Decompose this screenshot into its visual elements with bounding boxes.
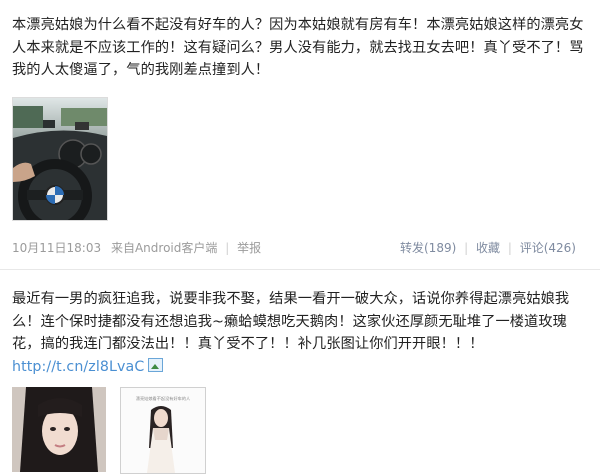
- post-2-short-link[interactable]: http://t.cn/zl8LvaC: [12, 359, 144, 375]
- comment-button[interactable]: 评论(426): [520, 241, 576, 255]
- post-divider: [0, 269, 600, 270]
- post-1: 本漂亮姑娘为什么看不起没有好车的人？因为本姑娘就有房有车！本漂亮姑娘这样的漂亮女…: [12, 14, 588, 82]
- post-1-actions: 转发(189) | 收藏 | 评论(426): [400, 239, 576, 256]
- girl-selfie-image: [12, 387, 106, 472]
- post-2: 最近有一男的疯狂追我，说要非我不娶，结果一看开一破大众，话说你养得起漂亮姑娘我么…: [12, 288, 588, 378]
- post-1-text: 本漂亮姑娘为什么看不起没有好车的人？因为本姑娘就有房有车！本漂亮姑娘这样的漂亮女…: [12, 17, 584, 78]
- separator: |: [464, 241, 469, 255]
- report-link[interactable]: 举报: [237, 241, 261, 255]
- post-1-source-prefix: 来自: [110, 241, 135, 255]
- separator: |: [507, 241, 512, 255]
- separator: |: [225, 241, 230, 255]
- post-1-meta: 10月11日18:03 来自Android客户端 | 举报: [12, 239, 261, 256]
- car-photo-thumbnail[interactable]: [12, 97, 108, 221]
- post-1-timestamp[interactable]: 10月11日18:03: [12, 241, 101, 255]
- favorite-button[interactable]: 收藏: [476, 241, 500, 255]
- image-icon[interactable]: [148, 357, 164, 372]
- post-2-text: 最近有一男的疯狂追我，说要非我不娶，结果一看开一破大众，话说你养得起漂亮姑娘我么…: [12, 288, 588, 378]
- post-2-body: 最近有一男的疯狂追我，说要非我不娶，结果一看开一破大众，话说你养得起漂亮姑娘我么…: [12, 291, 570, 352]
- girl-photo-thumbnail-1[interactable]: [12, 387, 106, 472]
- car-interior-image: [13, 98, 107, 220]
- girl-photo-thumbnail-2[interactable]: 漂亮姑娘看不起没有好车的人: [120, 387, 206, 474]
- thumb-2-caption: 漂亮姑娘看不起没有好车的人: [136, 395, 191, 402]
- girl-standing-image: 漂亮姑娘看不起没有好车的人: [121, 388, 205, 473]
- post-1-source-link[interactable]: Android客户端: [135, 241, 217, 255]
- repost-button[interactable]: 转发(189): [400, 241, 456, 255]
